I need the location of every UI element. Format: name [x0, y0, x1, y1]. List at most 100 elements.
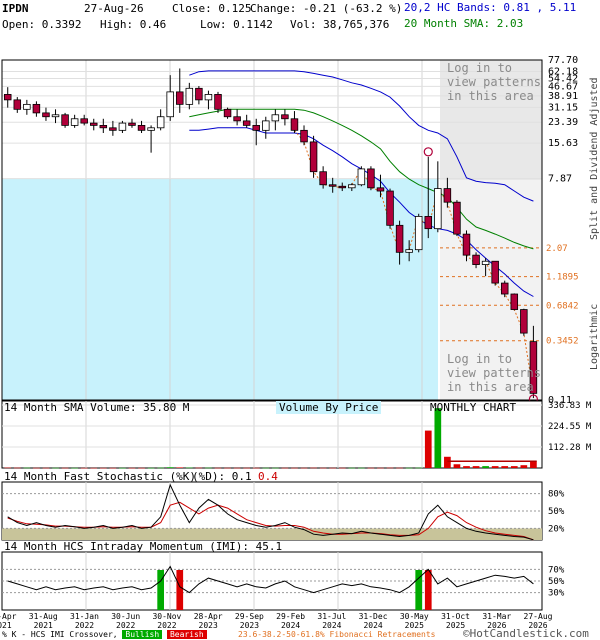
- login-watermark-bottom[interactable]: Log in to view patterns in this area: [447, 352, 541, 394]
- volume-bar: [396, 467, 403, 469]
- candle-body: [510, 293, 519, 310]
- volume-bar: [214, 467, 222, 469]
- x-tick-label: 2022: [157, 621, 176, 630]
- candle-body: [281, 114, 289, 120]
- stoch-oversold-zone: [2, 528, 542, 540]
- volume-bar: [252, 467, 260, 469]
- candle-body: [13, 99, 22, 110]
- fib-level-label: 0.3452: [546, 337, 579, 347]
- stoch-k-value: 0.4: [258, 470, 278, 483]
- volume-bar: [90, 467, 98, 469]
- volume-bar: [310, 467, 317, 469]
- candle-body: [348, 184, 356, 189]
- x-tick-label: 2023: [199, 621, 218, 630]
- volume-by-price-label: Volume By Price: [276, 401, 382, 414]
- volume-bar: [205, 467, 212, 469]
- candle-body: [252, 124, 260, 131]
- volume-bar: [358, 467, 365, 469]
- candle-body: [520, 309, 528, 334]
- volume-bar: [119, 467, 126, 469]
- candle-body: [51, 114, 60, 118]
- volume-axis-label: 336.83 M: [548, 401, 592, 411]
- x-tick-label: 31-Aug: [29, 612, 58, 621]
- x-tick-label: 2022: [75, 621, 94, 630]
- volume-bar: [367, 467, 375, 469]
- x-tick-label: 2024: [363, 621, 382, 630]
- candle-body: [319, 171, 327, 186]
- y-tick-label: 38.91: [548, 91, 578, 102]
- pattern-marker: [423, 147, 433, 157]
- volume-bar: [166, 467, 174, 468]
- volume-bar: [281, 467, 289, 469]
- x-tick-label: 31-Jan: [70, 612, 99, 621]
- volume-bar: [147, 467, 155, 469]
- volume-bar: [61, 467, 69, 469]
- candle-body: [109, 127, 117, 131]
- candle-body: [195, 87, 203, 101]
- y-tick-label: 7.87: [548, 174, 572, 185]
- x-tick-label: 28-Apr: [194, 612, 223, 621]
- volume-bar: [42, 467, 50, 469]
- x-tick-label: 30-Apr: [0, 612, 17, 621]
- volume-bar: [71, 467, 78, 469]
- volume-bar: [4, 467, 12, 469]
- candle-body: [223, 108, 232, 118]
- candle-body: [414, 216, 423, 251]
- footer-legend: % K - HCS IMI Crossover, Bullish Bearish: [2, 630, 207, 639]
- candle-body: [137, 124, 146, 131]
- candle-body: [338, 185, 346, 189]
- candle-body: [443, 188, 452, 203]
- candle-body: [3, 94, 12, 101]
- volume-bar: [13, 467, 21, 469]
- candle-body: [128, 122, 136, 126]
- candle-body: [290, 118, 299, 131]
- candle-body: [70, 118, 79, 126]
- volume-by-price-zone: [2, 179, 438, 400]
- x-tick-label: 31-Dec: [359, 612, 388, 621]
- login-watermark-top[interactable]: Log in to view patterns in this area: [447, 61, 541, 103]
- volume-bar: [329, 467, 337, 469]
- volume-bar: [444, 456, 451, 468]
- monthly-chart-label: MONTHLY CHART: [430, 401, 517, 414]
- x-tick-label: 30-Jun: [111, 612, 140, 621]
- volume-bar: [128, 467, 136, 469]
- candle-body: [405, 249, 413, 253]
- watermark-line: Log in to: [447, 61, 513, 75]
- volume-bar: [472, 466, 480, 468]
- candle-body: [309, 141, 318, 173]
- x-tick-label: 30-Nov: [152, 612, 181, 621]
- volume-bar: [272, 467, 279, 469]
- fib-level-label: 0.6842: [546, 301, 579, 311]
- volume-bar: [262, 467, 270, 469]
- candle-body: [156, 116, 165, 129]
- imi-axis-label: 70%: [548, 565, 565, 575]
- stoch-axis-label: 80%: [548, 490, 565, 500]
- volume-bar: [338, 467, 346, 469]
- candle-body: [147, 127, 155, 131]
- volume-bar: [415, 467, 423, 469]
- x-tick-label: 31-Mar: [482, 612, 511, 621]
- candle-body: [453, 201, 461, 235]
- volume-bar: [243, 467, 251, 469]
- bearish-crossover-bar: [424, 570, 432, 610]
- bullish-badge: Bullish: [122, 630, 163, 639]
- candle-body: [367, 168, 375, 189]
- volume-bar: [33, 467, 40, 469]
- watermark-line: in this area: [447, 89, 534, 103]
- x-tick-label: 2024: [281, 621, 300, 630]
- volume-bar: [99, 467, 107, 469]
- volume-bar: [463, 466, 470, 468]
- candle-body: [472, 254, 480, 265]
- volume-bar: [109, 467, 117, 469]
- fib-level-label: 1.1895: [546, 273, 579, 283]
- copyright[interactable]: ©HotCandlestick.com: [463, 627, 589, 640]
- candle-body: [462, 233, 471, 256]
- fib-level-label: 2.07: [546, 244, 568, 254]
- volume-bar: [520, 465, 528, 468]
- volume-bar: [319, 467, 327, 469]
- y-tick-label: 15.63: [548, 138, 578, 149]
- volume-bar: [482, 466, 489, 468]
- imi-panel-title: 14 Month HCS Intraday Momentum (IMI): 45…: [4, 540, 283, 553]
- bearish-crossover-bar: [176, 570, 184, 610]
- x-tick-label: 2023: [240, 621, 259, 630]
